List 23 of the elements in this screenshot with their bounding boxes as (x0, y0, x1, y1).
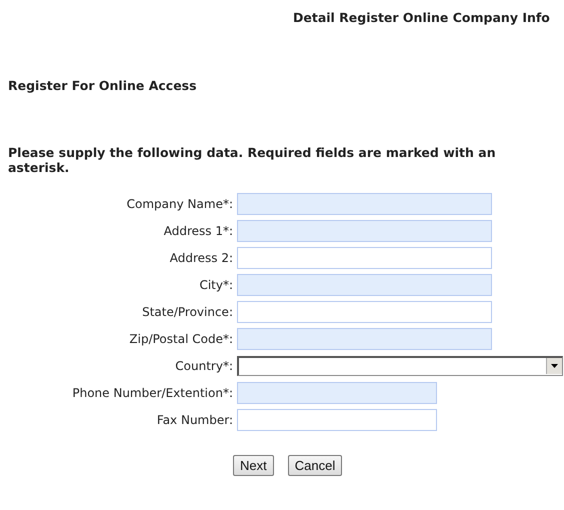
instructions-text: Please supply the following data. Required fields are marked with an asterisk. (8, 145, 497, 175)
field-label: Company Name*: (126, 197, 233, 211)
input-field[interactable] (237, 274, 492, 296)
section-heading: Register For Online Access (8, 78, 198, 93)
input-field[interactable] (237, 328, 492, 350)
form-button[interactable]: Next (233, 455, 274, 476)
form-button[interactable]: Cancel (288, 455, 342, 476)
field-label: Address 1*: (162, 224, 233, 238)
field-label: Address 2: (168, 251, 233, 265)
input-field[interactable] (237, 247, 492, 269)
input-field[interactable] (237, 301, 492, 323)
page-title: Detail Register Online Company Info (292, 9, 551, 27)
input-field[interactable] (237, 382, 437, 404)
field-label: State/Province: (141, 305, 233, 319)
field-label: City*: (198, 278, 233, 292)
input-field[interactable] (237, 409, 437, 431)
field-label: Country*: (174, 359, 233, 373)
field-label: Phone Number/Extention*: (71, 386, 233, 400)
field-label: Zip/Postal Code*: (128, 332, 233, 346)
input-field[interactable] (237, 220, 492, 242)
country-dropdown[interactable] (237, 356, 563, 376)
field-label: Fax Number: (156, 413, 233, 427)
input-field[interactable] (237, 193, 492, 215)
